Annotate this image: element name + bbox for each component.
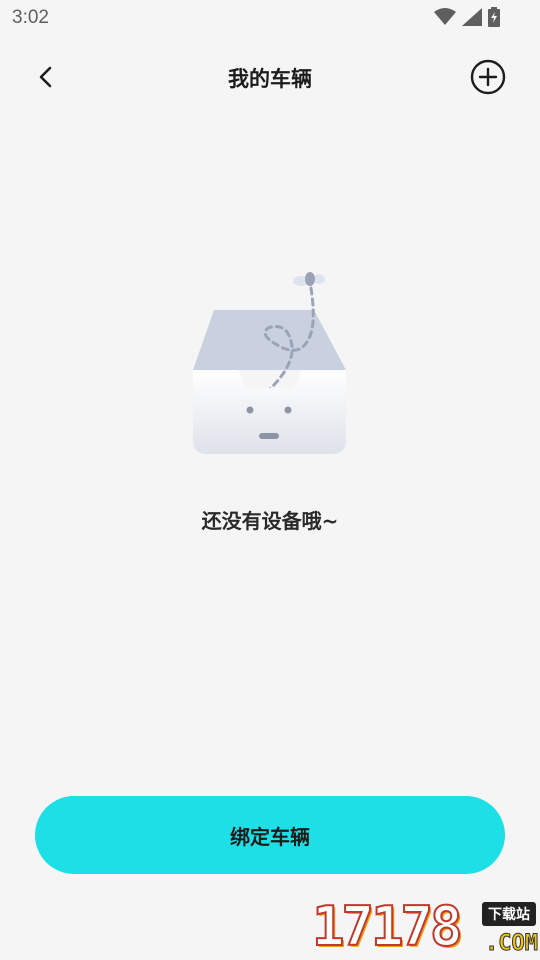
header: 我的车辆 [0,52,540,102]
watermark-domain: .COM [485,931,539,957]
signal-icon [462,8,482,26]
page-title: 我的车辆 [228,67,312,91]
empty-box-icon [193,272,346,454]
add-circle-icon [470,59,506,95]
add-vehicle-button[interactable] [470,59,506,95]
status-time: 3:02 [12,7,49,28]
wifi-icon [434,8,456,25]
status-bar: 3:02 [0,0,540,36]
bind-vehicle-button[interactable]: 绑定车辆 [35,796,505,874]
status-icons [434,7,500,27]
watermark-number: 17178 [311,894,464,959]
empty-box-illustration [188,266,352,462]
empty-state-message: 还没有设备哦~ [201,509,339,533]
watermark-tag: 下载站 [482,902,536,926]
watermark: 17178 下载站 .COM [311,894,540,960]
battery-charging-icon [488,7,500,27]
